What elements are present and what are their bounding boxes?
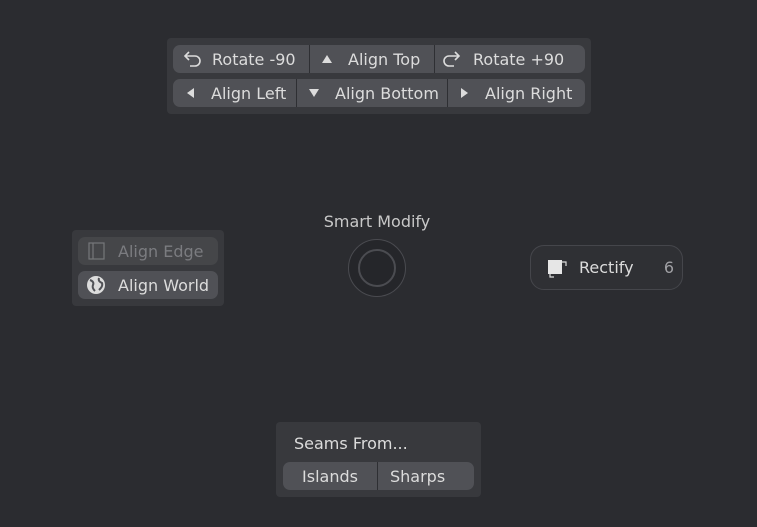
bottom-pie-panel: Seams From... Islands Sharps xyxy=(276,422,481,497)
seams-row: Islands Sharps xyxy=(283,462,474,490)
top-row-2: Align Left Align Bottom Align Right xyxy=(173,79,585,107)
triangle-down-icon xyxy=(307,88,321,98)
pie-center-inner-ring xyxy=(358,249,396,287)
sharps-button[interactable]: Sharps xyxy=(378,462,474,490)
pie-center-ring[interactable] xyxy=(348,239,406,297)
rectify-shortcut: 6 xyxy=(663,258,674,277)
align-bottom-label: Align Bottom xyxy=(335,83,439,103)
triangle-right-icon xyxy=(459,87,469,99)
top-pie-panel: Rotate -90 Align Top Rotate +90 Align Le… xyxy=(167,38,591,114)
rotate-minus-90-button[interactable]: Rotate -90 xyxy=(173,45,310,73)
rectify-label: Rectify xyxy=(579,258,634,277)
align-edge-label: Align Edge xyxy=(118,241,204,261)
rotate-ccw-icon xyxy=(181,49,203,69)
rotate-plus-90-label: Rotate +90 xyxy=(473,49,565,69)
triangle-up-icon xyxy=(320,54,334,64)
align-world-button[interactable]: Align World xyxy=(78,271,218,299)
rectify-icon xyxy=(546,257,568,279)
align-edge-button[interactable]: Align Edge xyxy=(78,237,218,265)
islands-label: Islands xyxy=(302,466,358,486)
align-right-label: Align Right xyxy=(485,83,573,103)
align-bottom-button[interactable]: Align Bottom xyxy=(297,79,448,107)
align-world-label: Align World xyxy=(118,275,210,295)
align-left-button[interactable]: Align Left xyxy=(173,79,297,107)
triangle-left-icon xyxy=(185,87,195,99)
rotate-plus-90-button[interactable]: Rotate +90 xyxy=(435,45,585,73)
align-top-label: Align Top xyxy=(348,49,421,69)
seams-from-heading: Seams From... xyxy=(294,434,408,453)
left-pie-panel: Align Edge Align World xyxy=(72,230,224,306)
align-left-label: Align Left xyxy=(211,83,287,103)
islands-button[interactable]: Islands xyxy=(283,462,378,490)
top-row-1: Rotate -90 Align Top Rotate +90 xyxy=(173,45,585,73)
globe-icon xyxy=(84,274,108,296)
align-right-button[interactable]: Align Right xyxy=(448,79,585,107)
rectify-button[interactable]: Rectify 6 xyxy=(530,245,683,290)
sharps-label: Sharps xyxy=(390,466,446,486)
pie-title: Smart Modify xyxy=(323,212,431,231)
align-top-button[interactable]: Align Top xyxy=(310,45,435,73)
rotate-minus-90-label: Rotate -90 xyxy=(212,49,296,69)
rotate-cw-icon xyxy=(441,49,463,69)
align-edge-icon xyxy=(84,241,108,261)
